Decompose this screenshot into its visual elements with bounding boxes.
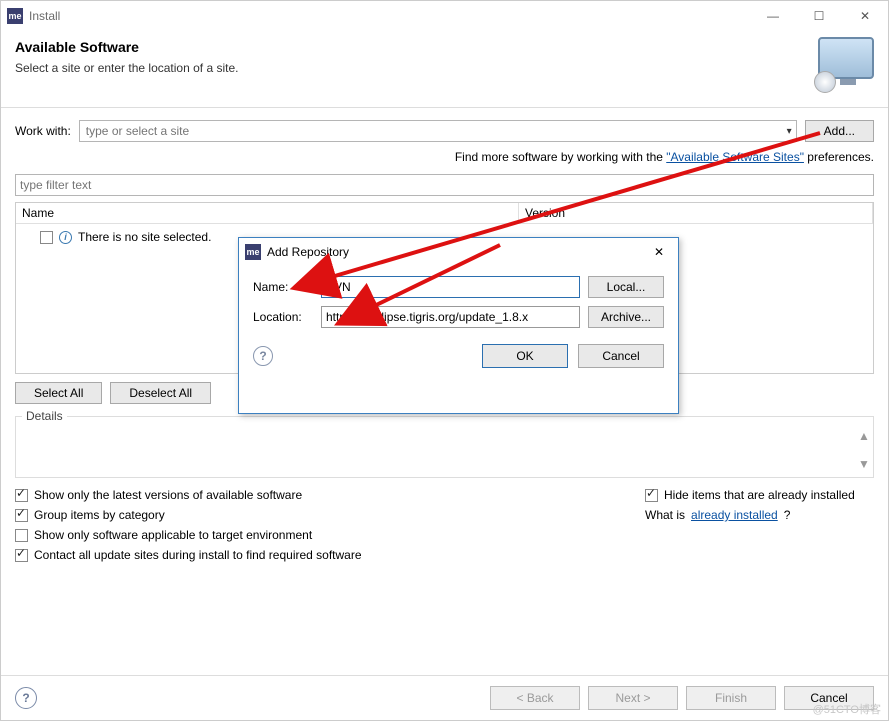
dialog-title: Add Repository — [267, 245, 646, 259]
footer: ? < Back Next > Finish Cancel — [1, 675, 888, 720]
local-button[interactable]: Local... — [588, 276, 664, 298]
dialog-titlebar: me Add Repository ✕ — [239, 238, 678, 266]
hint-text: Find more software by working with the "… — [15, 150, 874, 164]
opt-latest-label: Show only the latest versions of availab… — [34, 488, 302, 502]
next-button: Next > — [588, 686, 678, 710]
maximize-icon[interactable]: ☐ — [796, 1, 842, 31]
details-legend: Details — [22, 409, 67, 423]
location-label: Location: — [253, 310, 313, 324]
app-icon: me — [245, 244, 261, 260]
opt-group-checkbox[interactable] — [15, 509, 28, 522]
name-label: Name: — [253, 280, 313, 294]
finish-button: Finish — [686, 686, 776, 710]
minimize-icon[interactable]: — — [750, 1, 796, 31]
close-icon[interactable]: ✕ — [646, 245, 672, 259]
work-with-row: Work with: ▾ Add... — [15, 120, 874, 142]
name-input[interactable] — [321, 276, 580, 298]
options: Show only the latest versions of availab… — [15, 488, 874, 562]
opt-applicable-label: Show only software applicable to target … — [34, 528, 312, 542]
row-checkbox[interactable] — [40, 231, 53, 244]
col-name[interactable]: Name — [16, 203, 519, 223]
deselect-all-button[interactable]: Deselect All — [110, 382, 211, 404]
table-header: Name Version — [16, 203, 873, 224]
page-title: Available Software — [15, 39, 810, 55]
work-with-label: Work with: — [15, 124, 71, 138]
details-group: Details ▲▼ — [15, 416, 874, 478]
col-version[interactable]: Version — [519, 203, 873, 223]
help-icon[interactable]: ? — [15, 687, 37, 709]
details-scrollbar[interactable]: ▲▼ — [857, 429, 871, 471]
work-with-combo[interactable]: ▾ — [79, 120, 797, 142]
filter-input[interactable] — [15, 174, 874, 196]
available-sites-link[interactable]: "Available Software Sites" — [666, 150, 804, 164]
location-input[interactable] — [321, 306, 580, 328]
opt-contact-checkbox[interactable] — [15, 549, 28, 562]
archive-button[interactable]: Archive... — [588, 306, 664, 328]
watermark: @51CTO博客 — [813, 701, 881, 717]
ok-button[interactable]: OK — [482, 344, 568, 368]
opt-group-label: Group items by category — [34, 508, 165, 522]
empty-message: There is no site selected. — [78, 230, 211, 244]
cancel-button[interactable]: Cancel — [578, 344, 664, 368]
help-icon[interactable]: ? — [253, 346, 273, 366]
chevron-down-icon[interactable]: ▾ — [787, 126, 792, 137]
opt-hide-label: Hide items that are already installed — [664, 488, 855, 502]
opt-contact-label: Contact all update sites during install … — [34, 548, 362, 562]
add-repository-dialog: me Add Repository ✕ Name: Local... Locat… — [238, 237, 679, 414]
add-button[interactable]: Add... — [805, 120, 874, 142]
window-title: Install — [29, 9, 750, 23]
page-subtitle: Select a site or enter the location of a… — [15, 61, 810, 75]
opt-latest-checkbox[interactable] — [15, 489, 28, 502]
work-with-input[interactable] — [84, 123, 787, 139]
opt-applicable-checkbox[interactable] — [15, 529, 28, 542]
already-installed-link[interactable]: already installed — [691, 508, 778, 522]
app-icon: me — [7, 8, 23, 24]
back-button: < Back — [490, 686, 580, 710]
titlebar: me Install — ☐ ✕ — [1, 1, 888, 31]
banner: Available Software Select a site or ente… — [1, 31, 888, 108]
window-controls: — ☐ ✕ — [750, 1, 888, 31]
info-icon: i — [59, 231, 72, 244]
close-icon[interactable]: ✕ — [842, 1, 888, 31]
select-all-button[interactable]: Select All — [15, 382, 102, 404]
wizard-icon — [810, 37, 874, 93]
opt-hide-checkbox[interactable] — [645, 489, 658, 502]
